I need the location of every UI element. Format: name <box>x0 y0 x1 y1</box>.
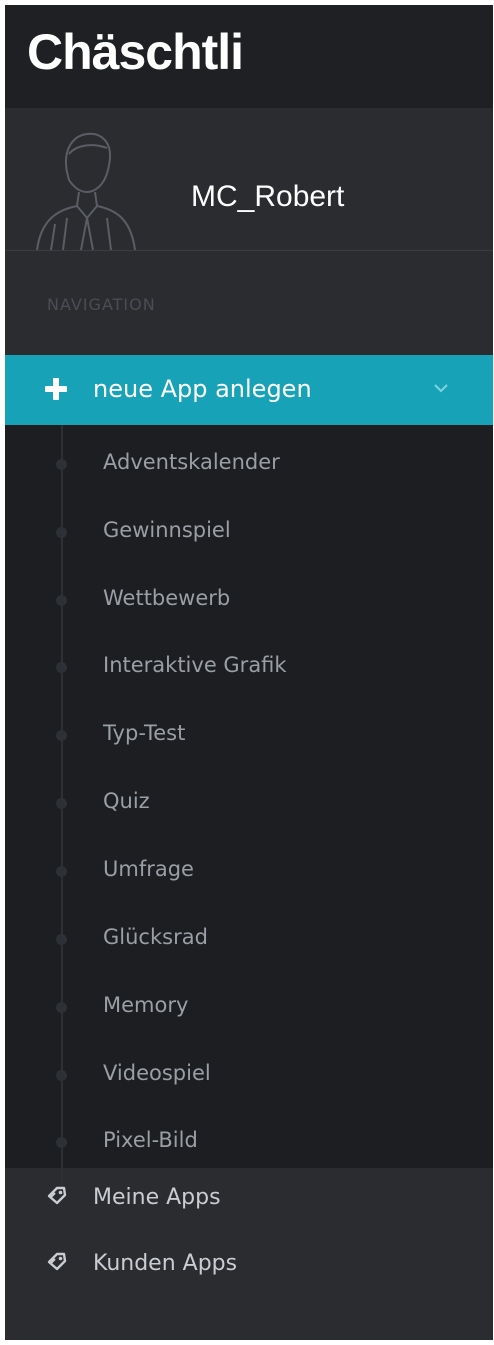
nav-item-label: neue App anlegen <box>93 375 312 403</box>
submenu-item-label: Glücksrad <box>103 925 208 949</box>
submenu-item-memory[interactable]: Memory <box>5 977 493 1035</box>
brand-logo[interactable]: Chäschtli <box>27 23 244 81</box>
submenu-item-label: Wettbewerb <box>103 586 231 610</box>
submenu-item-quiz[interactable]: Quiz <box>5 773 493 831</box>
submenu-item-label: Memory <box>103 993 189 1017</box>
bullet-dot <box>56 527 67 538</box>
bullet-dot <box>56 1002 67 1013</box>
submenu-item-label: Videospiel <box>103 1061 211 1085</box>
avatar[interactable] <box>27 122 145 250</box>
submenu-item-label: Adventskalender <box>103 450 280 474</box>
submenu-item-umfrage[interactable]: Umfrage <box>5 841 493 899</box>
sidebar: Chäschtli MC_Robert NAVIGATION neue App … <box>5 5 493 1340</box>
bullet-dot <box>56 934 67 945</box>
chevron-down-icon[interactable] <box>433 382 449 394</box>
submenu-item-interaktive-grafik[interactable]: Interaktive Grafik <box>5 637 493 695</box>
submenu-item-wettbewerb[interactable]: Wettbewerb <box>5 570 493 628</box>
submenu-item-label: Umfrage <box>103 857 194 881</box>
bullet-dot <box>56 866 67 877</box>
submenu-item-label: Interaktive Grafik <box>103 653 287 677</box>
nav-item-label: Meine Apps <box>93 1185 221 1210</box>
bullet-dot <box>56 798 67 809</box>
bullet-dot <box>56 459 67 470</box>
username: MC_Robert <box>191 180 345 213</box>
bullet-dot <box>56 662 67 673</box>
submenu-item-label: Pixel-Bild <box>103 1128 198 1152</box>
nav-item-meine-apps[interactable]: Meine Apps <box>5 1165 493 1231</box>
submenu-item-label: Typ-Test <box>103 721 186 745</box>
tag-icon <box>47 1186 67 1205</box>
plus-icon <box>45 378 67 400</box>
bullet-dot <box>56 730 67 741</box>
brand-header: Chäschtli <box>5 5 493 108</box>
tag-icon <box>47 1252 67 1271</box>
submenu: Adventskalender Gewinnspiel Wettbewerb I… <box>5 425 493 1185</box>
submenu-item-adventskalender[interactable]: Adventskalender <box>5 434 493 492</box>
submenu-item-label: Gewinnspiel <box>103 518 231 542</box>
bullet-dot <box>56 595 67 606</box>
submenu-item-gluecksrad[interactable]: Glücksrad <box>5 909 493 967</box>
nav-item-label: Kunden Apps <box>93 1251 238 1276</box>
bullet-dot <box>56 1070 67 1081</box>
nav-item-new-app[interactable]: neue App anlegen <box>5 355 493 425</box>
submenu-item-pixel-bild[interactable]: Pixel-Bild <box>5 1112 493 1170</box>
submenu-item-label: Quiz <box>103 789 150 813</box>
submenu-item-gewinnspiel[interactable]: Gewinnspiel <box>5 502 493 560</box>
nav-item-kunden-apps[interactable]: Kunden Apps <box>5 1231 493 1297</box>
submenu-item-typ-test[interactable]: Typ-Test <box>5 705 493 763</box>
bullet-dot <box>56 1137 67 1148</box>
user-profile: MC_Robert <box>5 108 493 251</box>
navigation-heading: NAVIGATION <box>47 295 156 314</box>
submenu-item-videospiel[interactable]: Videospiel <box>5 1045 493 1103</box>
